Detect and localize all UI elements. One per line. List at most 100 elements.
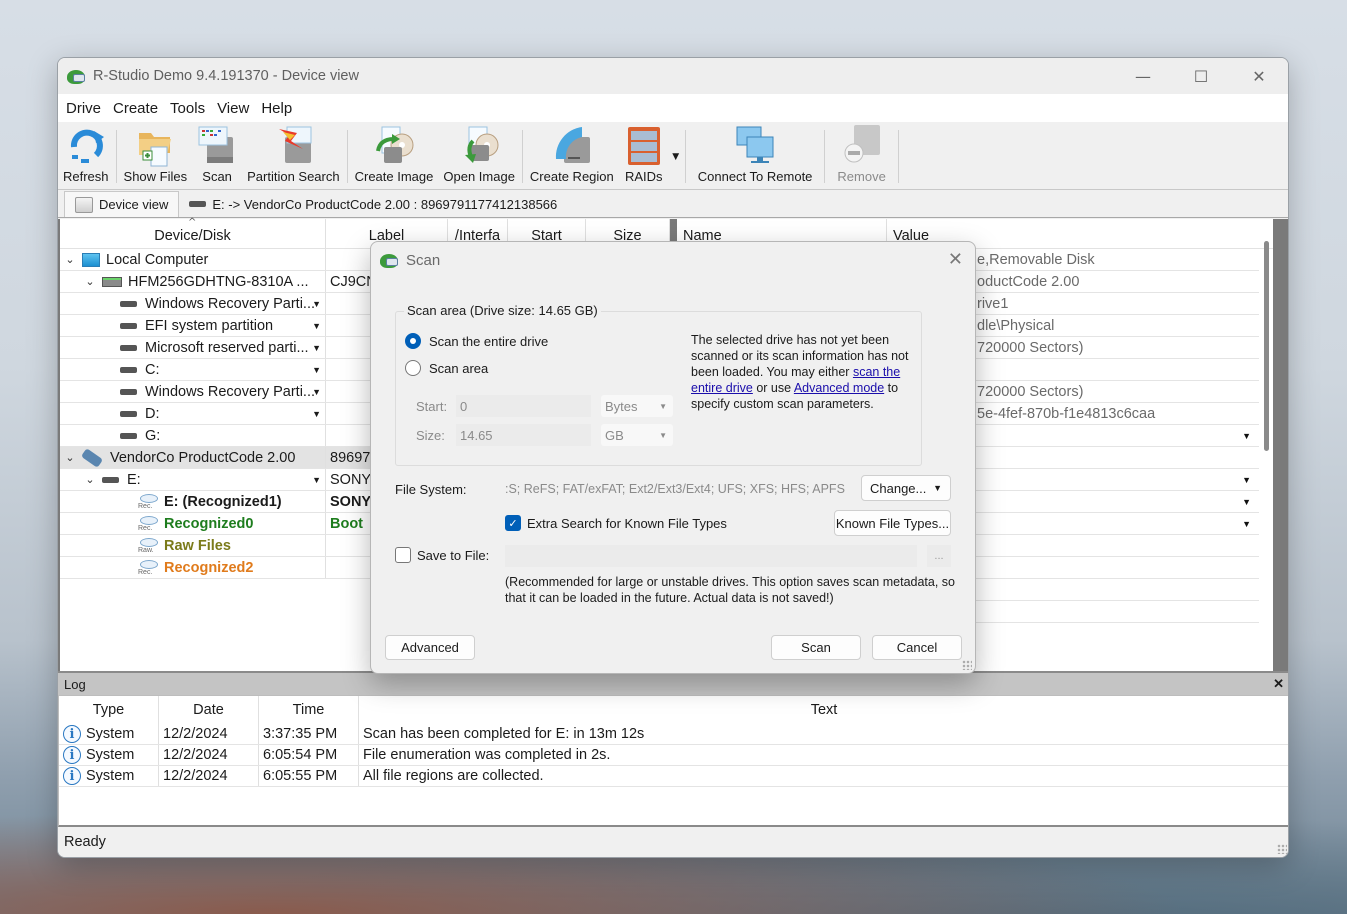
menu-tools[interactable]: Tools [164, 100, 211, 117]
chevron-down-icon[interactable]: ▼ [1242, 519, 1251, 529]
open-image-button[interactable]: Open Image [438, 124, 520, 189]
create-image-button[interactable]: Create Image [350, 124, 439, 189]
known-file-types-button[interactable]: Known File Types... [834, 510, 951, 536]
partition-dropdown-icon[interactable]: ▼ [312, 365, 321, 375]
dialog-resize-grip-icon[interactable] [962, 660, 972, 670]
device-name: C: [145, 361, 160, 378]
scan-icon [197, 123, 237, 167]
log-date-cell: 12/2/2024 [159, 766, 259, 786]
chevron-down-icon[interactable]: ▼ [1242, 475, 1251, 485]
device-name: D: [145, 405, 160, 422]
extra-search-checkbox[interactable]: ✓ Extra Search for Known File Types [505, 515, 727, 531]
log-column-text[interactable]: Text [359, 696, 1288, 724]
close-button[interactable]: ✕ [1230, 58, 1288, 94]
scan-button[interactable]: Scan [192, 124, 242, 189]
minimize-button[interactable]: — [1114, 58, 1172, 94]
change-file-system-button[interactable]: Change... ▼ [861, 475, 951, 501]
start-unit-select[interactable]: Bytes ▼ [601, 395, 673, 417]
log-row[interactable]: i System 12/2/2024 3:37:35 PM Scan has been … [59, 724, 1288, 745]
cancel-button[interactable]: Cancel [872, 635, 962, 660]
advanced-mode-link[interactable]: Advanced mode [794, 381, 884, 395]
log-column-type[interactable]: Type [59, 696, 159, 724]
device-name: Windows Recovery Parti... [145, 295, 316, 312]
chevron-down-icon[interactable]: ⌄ [64, 451, 76, 464]
log-column-time[interactable]: Time [259, 696, 359, 724]
log-close-button[interactable]: ✕ [1273, 676, 1284, 692]
chevron-down-icon[interactable]: ⌄ [84, 275, 96, 288]
tab-drive-e[interactable]: E: -> VendorCo ProductCode 2.00 : 896979… [179, 191, 567, 217]
chevron-down-icon[interactable]: ⌄ [84, 473, 96, 486]
toolbar-separator [346, 130, 348, 183]
menu-create[interactable]: Create [107, 100, 164, 117]
size-unit-select[interactable]: GB ▼ [601, 424, 673, 446]
device-cell: Rec. Recognized0 [60, 513, 326, 534]
partition-dropdown-icon[interactable]: ▼ [312, 299, 321, 309]
device-name: Recognized0 [164, 515, 254, 532]
show-files-button[interactable]: Show Files [119, 124, 193, 189]
connect-remote-icon [735, 123, 775, 167]
partition-search-button[interactable]: Partition Search [242, 124, 345, 189]
menu-view[interactable]: View [211, 100, 255, 117]
raids-button[interactable]: RAIDs [619, 124, 669, 189]
log-column-date[interactable]: Date [159, 696, 259, 724]
menu-help[interactable]: Help [255, 100, 298, 117]
menu-drive[interactable]: Drive [60, 100, 107, 117]
save-path-input[interactable] [505, 545, 917, 567]
chevron-down-icon[interactable]: ▼ [1242, 431, 1251, 441]
device-cell: ⌄ VendorCo ProductCode 2.00 [60, 447, 326, 468]
log-header: Log ✕ [58, 671, 1288, 695]
log-type: System [86, 747, 135, 763]
radio-scan-area[interactable]: Scan area [405, 360, 488, 376]
browse-button[interactable]: ... [927, 545, 951, 567]
raids-dropdown-arrow[interactable]: ▼ [669, 124, 683, 189]
maximize-button[interactable]: ☐ [1172, 58, 1230, 94]
app-logo-icon [67, 68, 87, 84]
partition-dropdown-icon[interactable]: ▼ [312, 321, 321, 331]
radio-scan-entire-drive[interactable]: Scan the entire drive [405, 333, 548, 349]
open-image-icon [459, 123, 499, 167]
file-system-label: File System: [395, 482, 467, 497]
chevron-down-icon: ▼ [933, 483, 942, 493]
create-region-button[interactable]: Create Region [525, 124, 619, 189]
refresh-button[interactable]: Refresh [58, 124, 114, 189]
log-rows: i System 12/2/2024 3:37:35 PM Scan has been … [59, 724, 1288, 787]
partition-dropdown-icon[interactable]: ▼ [312, 475, 321, 485]
device-cell: ⌄ HFM256GDHTNG-8310A ... [60, 271, 326, 292]
remove-button[interactable]: Remove [827, 124, 895, 189]
log-row[interactable]: i System 12/2/2024 6:05:54 PM File enumerati… [59, 745, 1288, 766]
scan-start-button[interactable]: Scan [771, 635, 861, 660]
partition-icon [120, 388, 137, 395]
log-type-cell: i System [59, 745, 159, 765]
toolbar-separator [897, 130, 899, 183]
scan-dialog: Scan ✕ Scan area (Drive size: 14.65 GB) … [370, 241, 976, 674]
log-type: System [86, 726, 135, 742]
device-cell: ⌄ E: ▼ [60, 469, 326, 490]
dialog-close-button[interactable]: ✕ [948, 249, 963, 270]
resize-grip-icon[interactable] [1277, 844, 1287, 854]
checkbox-unchecked-icon [395, 547, 411, 563]
partition-icon [102, 476, 119, 483]
info-icon: i [63, 725, 81, 743]
create-region-icon [552, 123, 592, 167]
usb-drive-icon [80, 447, 104, 468]
advanced-button[interactable]: Advanced [385, 635, 475, 660]
view-tabs: Device view E: -> VendorCo ProductCode 2… [58, 190, 1288, 218]
size-label: Size: [416, 428, 445, 443]
size-input[interactable]: 14.65 [456, 424, 591, 446]
partition-dropdown-icon[interactable]: ▼ [312, 409, 321, 419]
save-to-file-checkbox[interactable]: Save to File: [395, 547, 489, 563]
connect-to-remote-button[interactable]: Connect To Remote [688, 124, 823, 189]
device-cell: G: [60, 425, 326, 446]
chevron-down-icon[interactable]: ⌄ [64, 253, 76, 266]
start-input[interactable]: 0 [456, 395, 591, 417]
log-type: System [86, 768, 135, 784]
partition-dropdown-icon[interactable]: ▼ [312, 343, 321, 353]
chevron-down-icon[interactable]: ▼ [1242, 497, 1251, 507]
device-name: E: [127, 471, 141, 488]
device-name: G: [145, 427, 161, 444]
properties-scrollbar[interactable] [1264, 241, 1269, 451]
partition-dropdown-icon[interactable]: ▼ [312, 387, 321, 397]
tab-device-view[interactable]: Device view [64, 191, 180, 217]
info-icon: i [63, 767, 81, 785]
log-row[interactable]: i System 12/2/2024 6:05:55 PM All file regio… [59, 766, 1288, 787]
